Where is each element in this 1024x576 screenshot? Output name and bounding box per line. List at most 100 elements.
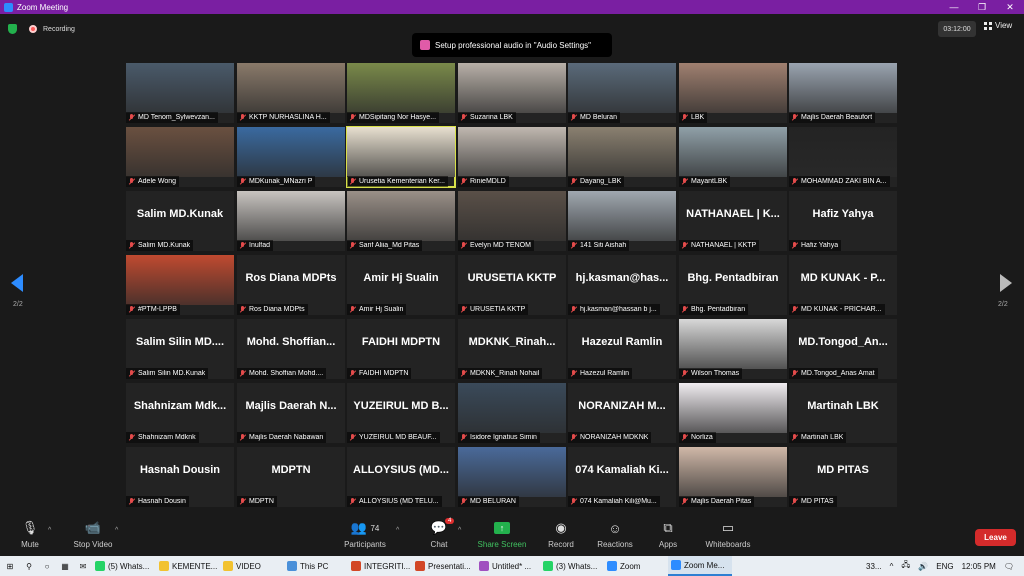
minimize-button[interactable]: — [940, 2, 968, 13]
participant-tile[interactable]: MOHAMMAD ZAKI BIN A... [789, 127, 897, 187]
participant-tile[interactable]: Hazezul Ramlin Hazezul Ramlin [568, 319, 676, 379]
participant-tile[interactable]: Mohd. Shoffian... Mohd. Shoffian Mohd.... [237, 319, 345, 379]
whiteboards-button[interactable]: ▭ Whiteboards [698, 520, 758, 549]
maximize-button[interactable]: ❐ [968, 2, 996, 13]
participant-tile[interactable]: Adele Wong [126, 127, 234, 187]
participant-tile[interactable]: YUZEIRUL MD B... YUZEIRUL MD BEAUF... [347, 383, 455, 443]
participant-tile[interactable]: Bhg. Pentadbiran Bhg. Pentadbiran [679, 255, 787, 315]
video-options-caret-icon[interactable]: ^ [115, 527, 118, 534]
participant-tile[interactable]: MayantLBK [679, 127, 787, 187]
taskbar-app[interactable]: (5) Whats... [92, 556, 156, 576]
participant-tile[interactable]: Evelyn MD TENOM [458, 191, 566, 251]
participant-tile[interactable]: hj.kasman@has... hj.kasman@hassan b j... [568, 255, 676, 315]
participant-tile[interactable]: MD Tenom_Sylwevzan... [126, 63, 234, 123]
taskbar-app[interactable]: Zoom [604, 556, 668, 576]
participant-tile[interactable]: Norliza [679, 383, 787, 443]
previous-page-arrow-icon[interactable] [11, 274, 23, 292]
participant-tile[interactable]: Urusetia Kementerian Ker... [346, 126, 456, 188]
participant-tile[interactable]: MD Beluran [568, 63, 676, 123]
participant-video [679, 447, 787, 497]
chat-button[interactable]: 💬 4 Chat [409, 518, 469, 549]
participant-video [679, 383, 787, 433]
participant-tile[interactable]: Salim MD.Kunak Salim MD.Kunak [126, 191, 234, 251]
participant-tile[interactable]: Majlis Daerah Beaufort [789, 63, 897, 123]
participant-tile[interactable]: MD KUNAK - P... MD KUNAK - PRICHAR... [789, 255, 897, 315]
next-page-arrow-icon[interactable] [1000, 274, 1012, 292]
taskbar-app[interactable]: INTEGRITI... [348, 556, 412, 576]
participant-display-name: Hazezul Ramlin [581, 336, 663, 348]
participant-tile[interactable]: MD BELURAN [458, 447, 566, 507]
participant-tile[interactable]: Salim Silin MD.... Salim Silin MD.Kunak [126, 319, 234, 379]
participant-tile[interactable]: RinieMDLD [458, 127, 566, 187]
close-button[interactable]: ✕ [996, 2, 1024, 13]
volume-icon[interactable]: 🔊 [918, 562, 928, 571]
participant-tile[interactable]: MDKunak_MNazri P [237, 127, 345, 187]
mute-options-caret-icon[interactable]: ^ [48, 527, 51, 534]
taskbar-app[interactable]: KEMENTE... [156, 556, 220, 576]
mute-button[interactable]: 🎙 Mute [0, 520, 60, 549]
taskbar-app[interactable]: This PC [284, 556, 348, 576]
participant-tile[interactable]: URUSETIA KKTP URUSETIA KKTP [458, 255, 566, 315]
tray-overflow-icon[interactable]: ^ [890, 562, 894, 571]
participant-tile[interactable]: Ros Diana MDPts Ros Diana MDPts [237, 255, 345, 315]
reactions-button[interactable]: ☺ Reactions [585, 520, 645, 550]
participant-tile[interactable]: MDPTN MDPTN [237, 447, 345, 507]
participant-tile[interactable]: Dayang_LBK [568, 127, 676, 187]
view-button[interactable]: View [984, 21, 1012, 30]
participant-tile[interactable]: Wilson Thomas [679, 319, 787, 379]
taskbar-app[interactable]: Presentati... [412, 556, 476, 576]
record-button[interactable]: ◉ Record [531, 520, 591, 549]
participant-tile[interactable]: Amir Hj Sualin Amir Hj Sualin [347, 255, 455, 315]
participant-tile[interactable]: MD.Tongod_An... MD.Tongod_Anas Amat [789, 319, 897, 379]
participant-tile[interactable]: Inulfad [237, 191, 345, 251]
participant-tile[interactable]: #PTM-LPPB [126, 255, 234, 315]
participants-button[interactable]: 👥 74 Participants [335, 520, 395, 549]
share-screen-button[interactable]: ↑ Share Screen [472, 520, 532, 549]
recording-label[interactable]: Recording [43, 26, 75, 33]
participant-tile[interactable]: LBK [679, 63, 787, 123]
participant-tile[interactable]: NATHANAEL | K... NATHANAEL | KKTP [679, 191, 787, 251]
participant-tile[interactable]: Suzarina LBK [458, 63, 566, 123]
weather-status[interactable]: 33... [866, 562, 882, 571]
participant-tile[interactable]: Martinah LBK Martinah LBK [789, 383, 897, 443]
mail-icon[interactable]: ✉ [74, 556, 92, 576]
taskbar-app[interactable]: Zoom Me... [668, 556, 732, 576]
participant-tile[interactable]: Sarif Aliia_Md Pitas [347, 191, 455, 251]
language-indicator[interactable]: ENG [936, 562, 953, 571]
taskbar-app[interactable]: (3) Whats... [540, 556, 604, 576]
participant-tile[interactable]: Shahnizam Mdk... Shahnizam Mdknk [126, 383, 234, 443]
participant-tile[interactable]: ALLOYSIUS (MD... ALLOYSIUS (MD TELU... [347, 447, 455, 507]
participant-tile[interactable]: KKTP NURHASLINA H... [237, 63, 345, 123]
view-label: View [995, 21, 1013, 30]
participant-tile[interactable]: MD PITAS MD PITAS [789, 447, 897, 507]
participant-tile[interactable]: MDKNK_Rinah... MDKNK_Rinah Nohail [458, 319, 566, 379]
task-view-icon[interactable]: ○ [38, 556, 56, 576]
participant-tile[interactable]: Hafiz Yahya Hafiz Yahya [789, 191, 897, 251]
windows-start-icon[interactable]: ⊞ [0, 556, 20, 576]
widgets-icon[interactable]: ▦ [56, 556, 74, 576]
network-icon[interactable]: 🖧 [901, 559, 910, 573]
leave-button[interactable]: Leave [975, 529, 1016, 546]
video-camera-icon: 📹 [84, 520, 102, 535]
clock[interactable]: 12:05 PM [962, 562, 996, 571]
participant-tile[interactable]: 074 Kamaliah Ki... 074 Kamaliah Kili@Mu..… [568, 447, 676, 507]
participant-tile[interactable]: Majlis Daerah N... Majlis Daerah Nabawan [237, 383, 345, 443]
audio-settings-toast[interactable]: Setup professional audio in "Audio Setti… [412, 33, 612, 57]
participant-tile[interactable]: Isidore Ignatius Simin [458, 383, 566, 443]
participant-tile[interactable]: FAIDHI MDPTN FAIDHI MDPTN [347, 319, 455, 379]
apps-button[interactable]: ⧉ Apps [638, 520, 698, 549]
taskbar-app[interactable]: Untitled* ... [476, 556, 540, 576]
shield-icon[interactable] [8, 24, 17, 34]
search-icon[interactable]: ⚲ [20, 556, 38, 576]
taskbar-app[interactable]: VIDEO [220, 556, 284, 576]
participant-tile[interactable]: MDSipitang Nor Hasye... [347, 63, 455, 123]
participants-caret-icon[interactable]: ^ [396, 527, 399, 534]
participant-tile[interactable]: 141 Siti Aishah [568, 191, 676, 251]
stop-video-button[interactable]: 📹 Stop Video [63, 520, 123, 549]
participant-tile[interactable]: Hasnah Dousin Hasnah Dousin [126, 447, 234, 507]
participant-tile[interactable]: Majlis Daerah Pitas [679, 447, 787, 507]
participant-tile[interactable]: NORANIZAH M... NORANIZAH MDKNK [568, 383, 676, 443]
apps-icon: ⧉ [663, 520, 673, 535]
chat-caret-icon[interactable]: ^ [458, 527, 461, 534]
notifications-icon[interactable]: 🗨 [1004, 562, 1014, 571]
